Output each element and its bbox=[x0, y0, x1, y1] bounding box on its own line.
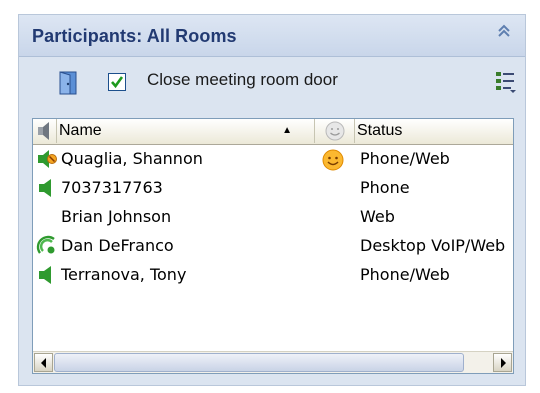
participant-status: Phone/Web bbox=[360, 149, 450, 168]
door-icon[interactable] bbox=[59, 71, 77, 99]
voip-speaking-icon bbox=[36, 235, 58, 257]
speaker-icon bbox=[36, 264, 58, 286]
close-door-label[interactable]: Close meeting room door bbox=[147, 70, 338, 90]
list-options-icon[interactable] bbox=[495, 70, 517, 98]
table-row[interactable]: Quaglia, Shannon Phone/Web bbox=[33, 145, 513, 174]
panel-header: Participants: All Rooms bbox=[19, 15, 525, 57]
participant-name: 7037317763 bbox=[61, 178, 163, 197]
scroll-right-button[interactable] bbox=[493, 353, 512, 372]
participant-name: Brian Johnson bbox=[61, 207, 172, 226]
participant-status: Desktop VoIP/Web bbox=[360, 236, 506, 255]
sort-ascending-icon: ▲ bbox=[282, 125, 292, 136]
mood-column-header[interactable] bbox=[315, 119, 355, 143]
table-row[interactable]: Brian Johnson Web bbox=[33, 203, 513, 232]
participant-name: Quaglia, Shannon bbox=[61, 149, 203, 168]
close-door-checkbox[interactable] bbox=[108, 73, 126, 91]
scroll-thumb[interactable] bbox=[54, 353, 464, 372]
scroll-left-button[interactable] bbox=[34, 353, 53, 372]
participants-panel: Participants: All Rooms Close meeting ro… bbox=[18, 14, 526, 386]
participant-status: Phone/Web bbox=[360, 265, 450, 284]
status-column-label: Status bbox=[357, 122, 403, 139]
audio-column-header[interactable] bbox=[33, 119, 57, 143]
name-column-header[interactable]: Name ▲ bbox=[57, 119, 315, 143]
double-chevron-up-icon[interactable] bbox=[493, 23, 515, 45]
participant-name: Terranova, Tony bbox=[61, 265, 187, 284]
participant-status: Web bbox=[360, 207, 395, 226]
table-header: Name ▲ Status bbox=[33, 119, 513, 145]
table-row[interactable]: Dan DeFranco Desktop VoIP/Web bbox=[33, 232, 513, 261]
horizontal-scrollbar[interactable] bbox=[33, 351, 513, 373]
table-row[interactable]: 7037317763 Phone bbox=[33, 174, 513, 203]
participant-status: Phone bbox=[360, 178, 410, 197]
panel-title: Participants: All Rooms bbox=[32, 26, 237, 46]
participants-table: Name ▲ Status Quaglia, Shannon Phone/Web… bbox=[32, 118, 514, 374]
table-row[interactable]: Terranova, Tony Phone/Web bbox=[33, 261, 513, 290]
status-column-header[interactable]: Status bbox=[355, 119, 513, 143]
speaker-icon bbox=[36, 177, 58, 199]
table-body: Quaglia, Shannon Phone/Web 7037317763 Ph… bbox=[33, 145, 513, 290]
participant-name: Dan DeFranco bbox=[61, 236, 174, 255]
toolbar: Close meeting room door bbox=[19, 58, 525, 104]
smiley-icon bbox=[321, 148, 345, 172]
name-column-label: Name bbox=[59, 122, 102, 139]
speaker-muted-icon bbox=[36, 148, 58, 170]
